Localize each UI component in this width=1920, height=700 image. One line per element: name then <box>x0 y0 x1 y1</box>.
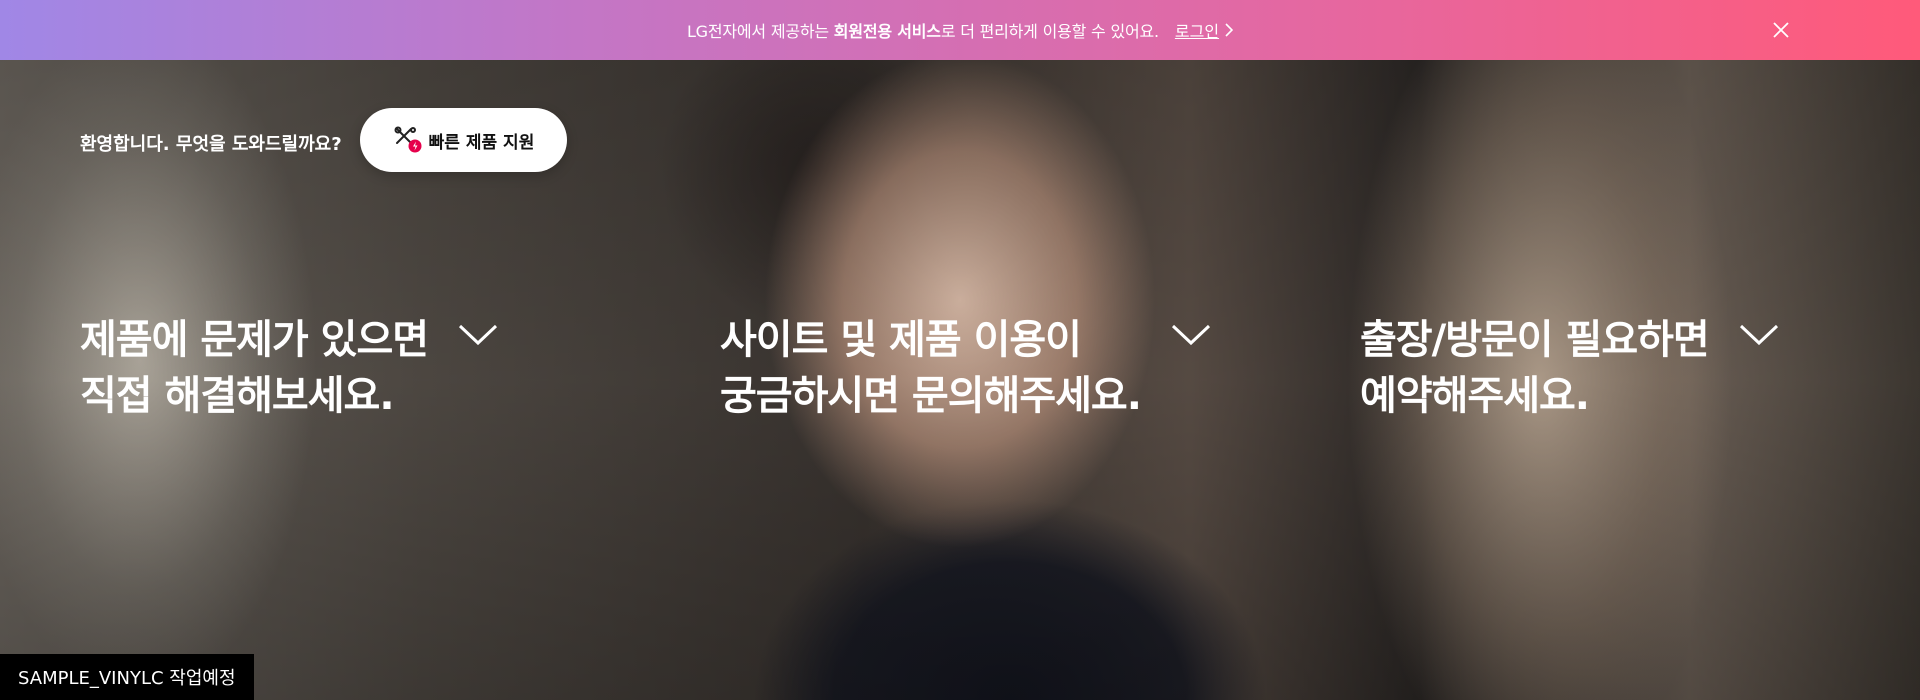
service-title-line1: 사이트 및 제품 이용이 <box>720 317 1082 363</box>
service-self-diagnosis[interactable]: 제품에 문제가 있으면 직접 해결해보세요. <box>80 312 498 424</box>
service-title: 제품에 문제가 있으면 직접 해결해보세요. <box>80 312 429 424</box>
banner-text-prefix: LG전자에서 제공하는 <box>686 22 834 41</box>
banner-login-link[interactable]: 로그인 <box>1174 18 1234 42</box>
service-title: 출장/방문이 필요하면 예약해주세요. <box>1360 312 1710 424</box>
quick-support-label: 빠른 제품 지원 <box>428 132 535 153</box>
banner-login-label: 로그인 <box>1174 22 1220 41</box>
quick-support-button[interactable]: 빠른 제품 지원 <box>360 108 567 172</box>
banner-text-bold: 회원전용 서비스 <box>833 22 941 41</box>
tools-icon <box>393 125 423 155</box>
banner-text-suffix: 로 더 편리하게 이용할 수 있어요. <box>940 22 1159 41</box>
banner-message: LG전자에서 제공하는 회원전용 서비스로 더 편리하게 이용할 수 있어요. <box>687 18 1159 42</box>
service-title-line2: 예약해주세요. <box>1360 373 1590 419</box>
service-visit-reservation[interactable]: 출장/방문이 필요하면 예약해주세요. <box>1360 312 1779 424</box>
close-icon[interactable] <box>1770 19 1792 41</box>
service-title-line1: 제품에 문제가 있으면 <box>80 317 429 363</box>
service-title-line2: 궁금하시면 문의해주세요. <box>720 373 1142 419</box>
service-title-line1: 출장/방문이 필요하면 <box>1360 317 1710 363</box>
chevron-right-icon <box>1225 23 1234 37</box>
chevron-down-icon[interactable] <box>1739 324 1779 346</box>
sample-label: SAMPLE_VINYLC 작업예정 <box>0 654 254 700</box>
service-title-line2: 직접 해결해보세요. <box>80 373 395 419</box>
chevron-down-icon[interactable] <box>458 324 498 346</box>
welcome-greeting: 환영합니다. 무엇을 도와드릴까요? <box>80 134 342 155</box>
service-title: 사이트 및 제품 이용이 궁금하시면 문의해주세요. <box>720 312 1142 424</box>
chevron-down-icon[interactable] <box>1171 324 1211 346</box>
service-inquiry[interactable]: 사이트 및 제품 이용이 궁금하시면 문의해주세요. <box>720 312 1211 424</box>
member-service-banner: LG전자에서 제공하는 회원전용 서비스로 더 편리하게 이용할 수 있어요. … <box>0 0 1920 60</box>
